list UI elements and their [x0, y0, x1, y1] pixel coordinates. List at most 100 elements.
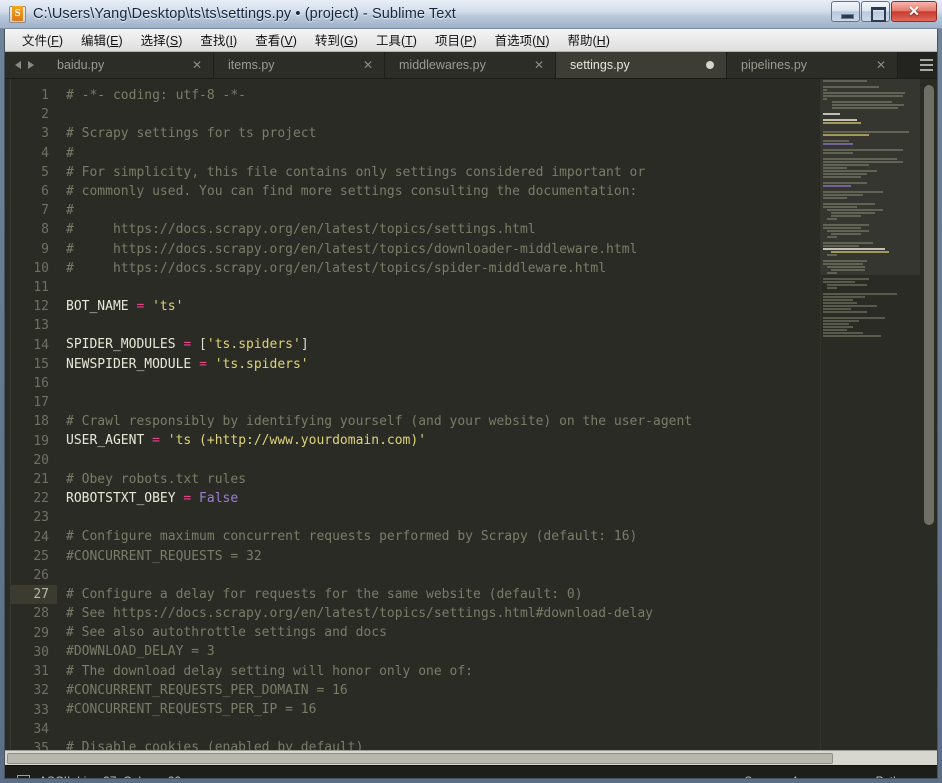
chevron-left-icon[interactable]: [14, 61, 21, 69]
line-number: 20: [33, 452, 49, 468]
menu-item-help[interactable]: 帮助(H): [559, 29, 619, 52]
code-token: # https://docs.scrapy.org/en/latest/topi…: [66, 222, 536, 238]
code-line[interactable]: # Configure maximum concurrent requests …: [66, 527, 937, 546]
code-line[interactable]: # https://docs.scrapy.org/en/latest/topi…: [66, 259, 937, 278]
hamburger-menu-icon[interactable]: [915, 52, 937, 78]
code-line[interactable]: #: [66, 144, 937, 163]
minimap-viewport[interactable]: [821, 79, 920, 275]
code-line[interactable]: [66, 316, 937, 335]
line-number: 31: [33, 664, 49, 680]
line-number: 16: [33, 376, 49, 392]
code-line[interactable]: # Disable cookies (enabled by default): [66, 738, 937, 750]
code-line[interactable]: #CONCURRENT_REQUESTS = 32: [66, 547, 937, 566]
code-line[interactable]: # Crawl responsibly by identifying yours…: [66, 412, 937, 431]
menu-item-edit[interactable]: 编辑(E): [72, 29, 132, 52]
vertical-scrollbar[interactable]: [921, 79, 936, 750]
tabs-container: baidu.py ✕ items.py ✕ middlewares.py ✕ setting…: [43, 52, 915, 78]
minimap-bar: [823, 316, 885, 319]
line-number: 9: [41, 241, 49, 257]
tab-unsaved-indicator[interactable]: [706, 61, 714, 69]
code-token: SPIDER_MODULES: [66, 337, 184, 353]
line-number: 33: [33, 702, 49, 718]
code-line[interactable]: # commonly used. You can find more setti…: [66, 182, 937, 201]
code-line[interactable]: # For simplicity, this file contains onl…: [66, 163, 937, 182]
code-line[interactable]: [66, 566, 937, 585]
tab-scroll-arrows[interactable]: [5, 52, 43, 78]
code-line[interactable]: #DOWNLOAD_DELAY = 3: [66, 642, 937, 661]
menu-item-preferences[interactable]: 首选项(N): [486, 29, 559, 52]
code-token: #CONCURRENT_REQUESTS_PER_DOMAIN = 16: [66, 682, 348, 698]
minimap-bar: [823, 331, 863, 334]
menu-item-view[interactable]: 查看(V): [246, 29, 306, 52]
code-line[interactable]: # Configure a delay for requests for the…: [66, 585, 937, 604]
menu-item-selection[interactable]: 选择(S): [132, 29, 192, 52]
code-line[interactable]: # See https://docs.scrapy.org/en/latest/…: [66, 604, 937, 623]
code-content[interactable]: # -*- coding: utf-8 -*- # Scrapy setting…: [57, 79, 937, 750]
tab-close-icon[interactable]: ✕: [191, 59, 203, 71]
tab-pipelines-py[interactable]: pipelines.py ✕: [727, 52, 898, 78]
code-line[interactable]: SPIDER_MODULES = ['ts.spiders']: [66, 335, 937, 354]
code-line[interactable]: # Obey robots.txt rules: [66, 470, 937, 489]
line-number: 11: [33, 280, 49, 296]
code-line[interactable]: [66, 393, 937, 412]
status-syntax[interactable]: Python: [876, 774, 913, 779]
line-number: 32: [33, 683, 49, 699]
menu-item-tools[interactable]: 工具(T): [367, 29, 426, 52]
tab-settings-py[interactable]: settings.py: [556, 52, 727, 78]
code-line[interactable]: # https://docs.scrapy.org/en/latest/topi…: [66, 220, 937, 239]
code-token: # Configure a delay for requests for the…: [66, 586, 583, 602]
menu-item-goto[interactable]: 转到(G): [306, 29, 367, 52]
minimap-bar: [823, 304, 877, 307]
code-line[interactable]: # Scrapy settings for ts project: [66, 124, 937, 143]
line-number: 5: [41, 164, 49, 180]
horizontal-scrollbar-thumb[interactable]: [7, 753, 833, 764]
tab-label: settings.py: [570, 58, 630, 72]
code-line[interactable]: [66, 105, 937, 124]
code-line[interactable]: BOT_NAME = 'ts': [66, 297, 937, 316]
menu-item-file[interactable]: 文件(F): [13, 29, 72, 52]
code-line[interactable]: NEWSPIDER_MODULE = 'ts.spiders': [66, 355, 937, 374]
tab-items-py[interactable]: items.py ✕: [214, 52, 385, 78]
minimap-bar: [823, 310, 867, 313]
code-line[interactable]: ROBOTSTXT_OBEY = False: [66, 489, 937, 508]
line-number: 21: [33, 472, 49, 488]
code-line[interactable]: # See also autothrottle settings and doc…: [66, 623, 937, 642]
horizontal-scrollbar[interactable]: [5, 750, 937, 765]
tab-baidu-py[interactable]: baidu.py ✕: [43, 52, 214, 78]
code-line[interactable]: #: [66, 201, 937, 220]
code-line[interactable]: [66, 719, 937, 738]
maximize-button[interactable]: [861, 1, 890, 22]
minimap-bar: [823, 328, 847, 331]
minimap[interactable]: [820, 79, 920, 750]
tab-close-icon[interactable]: ✕: [533, 59, 545, 71]
code-token: #: [66, 145, 74, 161]
status-indentation[interactable]: Spaces: 4: [744, 774, 797, 779]
tab-close-icon[interactable]: ✕: [362, 59, 374, 71]
code-line[interactable]: [66, 374, 937, 393]
code-line[interactable]: [66, 278, 937, 297]
tab-label: pipelines.py: [741, 58, 808, 72]
chevron-right-icon[interactable]: [27, 61, 34, 69]
close-button[interactable]: [891, 1, 937, 22]
code-line[interactable]: # -*- coding: utf-8 -*-: [66, 86, 937, 105]
code-line[interactable]: [66, 451, 937, 470]
editor-area[interactable]: 1 2 3 4 5 6 7 8 9 10 11 12 13 14 15 16 17 18 19 20 21 22 23 24 2…: [5, 79, 937, 750]
code-line[interactable]: [66, 508, 937, 527]
code-line[interactable]: #CONCURRENT_REQUESTS_PER_DOMAIN = 16: [66, 681, 937, 700]
vertical-scrollbar-thumb[interactable]: [924, 85, 934, 525]
menu-item-project[interactable]: 项目(P): [426, 29, 486, 52]
tab-close-icon[interactable]: ✕: [875, 59, 887, 71]
code-line[interactable]: #CONCURRENT_REQUESTS_PER_IP = 16: [66, 700, 937, 719]
line-number: 27: [11, 585, 57, 605]
encoding-icon: [17, 775, 30, 778]
minimap-row: [821, 337, 920, 340]
menu-accelerator: V: [284, 34, 293, 48]
code-line[interactable]: USER_AGENT = 'ts (+http://www.yourdomain…: [66, 431, 937, 450]
minimize-button[interactable]: [831, 1, 860, 22]
minimap-bar: [823, 301, 857, 304]
menu-item-find[interactable]: 查找(I): [191, 29, 246, 52]
code-line[interactable]: # The download delay setting will honor …: [66, 662, 937, 681]
tab-middlewares-py[interactable]: middlewares.py ✕: [385, 52, 556, 78]
menu-accelerator: F: [51, 34, 59, 48]
code-line[interactable]: # https://docs.scrapy.org/en/latest/topi…: [66, 240, 937, 259]
